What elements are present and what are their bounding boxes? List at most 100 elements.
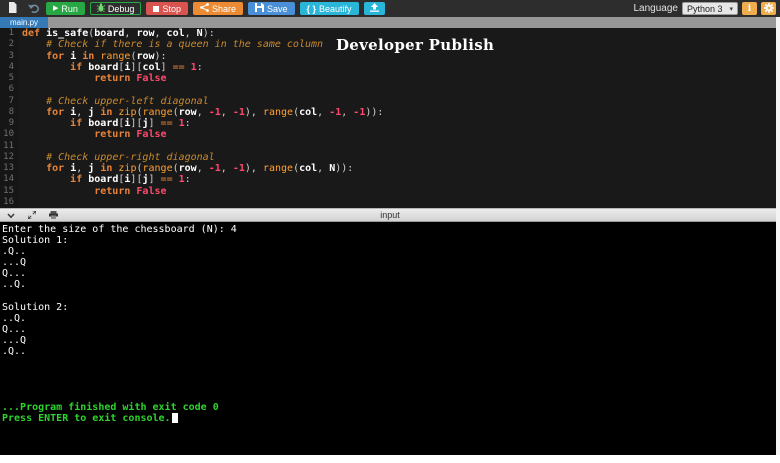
language-select[interactable]: Python 3 ▾ (681, 2, 738, 15)
code-token: , (184, 28, 197, 39)
code-token: ), (244, 163, 263, 174)
code-token: range (262, 106, 294, 118)
console-text: ...Q (2, 257, 27, 269)
code-token: , (220, 106, 233, 118)
expand-icon (27, 206, 37, 224)
debug-button[interactable]: Debug (89, 2, 142, 15)
line-number: 8 (0, 106, 19, 118)
console-line (2, 390, 780, 401)
debug-button-label: Debug (107, 3, 135, 14)
tab-main-py[interactable]: main.py (0, 17, 49, 28)
code-line: 4 if board[i][col] == 1: (0, 61, 780, 73)
code-token: ): (202, 28, 215, 39)
code-line: 14 if board[i][j] == 1: (0, 174, 780, 186)
line-number: 5 (0, 73, 19, 85)
console-line (2, 291, 780, 302)
code-editor[interactable]: 1 def is_safe(board, row, col, N): 2 # Che… (0, 28, 780, 208)
print-console-button[interactable] (49, 206, 58, 224)
console-text: Q... (2, 268, 27, 280)
watermark: Developer Publish (336, 36, 495, 54)
braces-icon: { } (306, 3, 317, 14)
code-token: row (178, 106, 197, 118)
play-icon: ▶ (53, 5, 59, 12)
code-token: , (124, 28, 137, 39)
code-line: 10 return False (0, 129, 780, 141)
line-number: 10 (0, 129, 19, 141)
code-token: ][ (130, 174, 143, 186)
code-token: False (136, 185, 167, 197)
console[interactable]: Enter the size of the chessboard (N): 4S… (0, 222, 780, 455)
beautify-button[interactable]: { } Beautify (299, 2, 359, 15)
run-button[interactable]: ▶ Run (46, 2, 85, 15)
code-token: ): (154, 50, 167, 62)
beautify-button-label: Beautify (319, 3, 352, 14)
expand-console-button[interactable] (27, 206, 37, 224)
code-token: in (100, 163, 113, 174)
code-token: == (160, 174, 173, 186)
collapse-console-button[interactable] (7, 206, 15, 224)
settings-button[interactable] (761, 2, 776, 15)
stop-button[interactable]: Stop (146, 2, 188, 15)
code-token: : (184, 118, 191, 129)
console-line: ..Q. (2, 279, 780, 290)
code-token: , (196, 163, 209, 174)
code-token: ][ (130, 118, 143, 129)
code-line: 11 (0, 140, 780, 152)
code-token: if (70, 118, 83, 129)
code-token: range (262, 163, 294, 174)
line-number: 15 (0, 185, 19, 197)
code-token: , (341, 106, 354, 118)
toolbar: ▶ Run Debug Stop Share Save { } Beautify… (0, 0, 780, 17)
upload-button[interactable] (363, 2, 385, 15)
code-token: , (154, 28, 167, 39)
console-text: Solution 1: (2, 235, 69, 247)
console-text: ...Program finished with exit code 0 (2, 401, 219, 413)
code-token: : (196, 61, 203, 73)
share-button[interactable]: Share (192, 2, 243, 15)
line-number: 2 (0, 39, 19, 51)
code-token: # Check upper-left diagonal (46, 95, 209, 107)
save-button[interactable]: Save (247, 2, 295, 15)
code-text: # Check upper-right diagonal (19, 152, 215, 163)
code-token: False (136, 73, 167, 84)
code-token: , (317, 163, 330, 174)
info-icon: i (747, 3, 752, 14)
upload-icon (369, 3, 379, 14)
code-token: if (70, 61, 83, 73)
new-file-button[interactable] (4, 1, 20, 16)
scrollbar[interactable] (776, 17, 780, 455)
console-text: Press ENTER to exit console. (2, 412, 171, 424)
share-button-label: Share (211, 3, 236, 14)
line-number: 12 (0, 151, 19, 163)
stop-button-label: Stop (162, 3, 181, 14)
code-text: # Check if there is a queen in the same … (19, 39, 323, 50)
printer-icon (49, 206, 58, 224)
code-token: board (88, 118, 119, 129)
code-token: -1 (353, 106, 366, 118)
save-floppy-icon (254, 3, 264, 14)
undo-button[interactable] (25, 1, 41, 16)
console-line: Enter the size of the chessboard (N): 4 (2, 224, 780, 235)
console-line (2, 368, 780, 379)
code-token: return (94, 73, 131, 84)
code-token: -1 (232, 106, 245, 118)
console-line: Press ENTER to exit console. (2, 412, 780, 424)
line-number: 3 (0, 50, 19, 62)
code-token: -1 (232, 163, 245, 174)
code-line: 15 return False (0, 185, 780, 197)
info-button[interactable]: i (742, 2, 757, 15)
code-text: if board[i][col] == 1: (19, 62, 203, 73)
code-token: for (46, 106, 65, 118)
code-token: -1 (208, 163, 221, 174)
save-button-label: Save (266, 3, 288, 14)
code-token: col (166, 28, 185, 39)
